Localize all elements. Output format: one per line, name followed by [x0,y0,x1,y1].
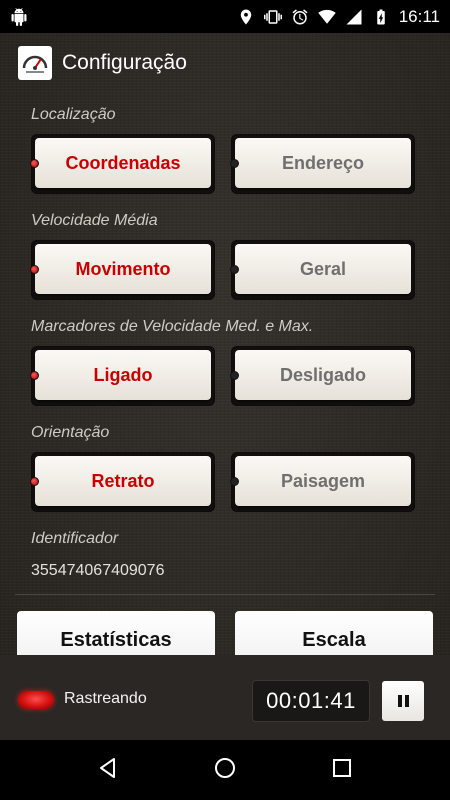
option-paisagem-button[interactable]: Paisagem [235,456,411,506]
battery-icon [372,7,390,27]
tracking-bar: Rastreando 00:01:41 [0,655,450,740]
unselected-led-icon [230,159,239,168]
option-paisagem-frame: Paisagem [230,452,415,512]
unselected-led-icon [230,371,239,380]
section-label-velocidade-media: Velocidade Média [31,212,158,229]
option-movimento-button[interactable]: Movimento [35,244,211,294]
option-movimento-frame: Movimento [30,240,215,300]
speedometer-logo [18,46,52,80]
selected-led-icon [30,371,39,380]
recents-icon[interactable] [329,755,355,786]
selected-led-icon [30,265,39,274]
pause-icon [397,695,402,707]
pause-icon [404,695,409,707]
home-icon[interactable] [212,755,238,786]
option-ligado-frame: Ligado [30,346,215,406]
page-title: Configuração [62,51,187,74]
divider [15,594,435,595]
option-endereco-button[interactable]: Endereço [235,138,411,188]
scale-button[interactable]: Escala [235,611,433,661]
alarm-icon [291,7,309,27]
status-bar: 16:11 [0,0,450,33]
status-time: 16:11 [398,6,440,26]
option-geral-frame: Geral [230,240,415,300]
pause-button[interactable] [382,681,424,721]
settings-screen: Configuração Localização Coordenadas End… [0,33,450,740]
tracking-label: Rastreando [64,690,147,707]
selected-led-icon [30,159,39,168]
android-debug-icon [10,7,28,27]
unselected-led-icon [230,477,239,486]
section-label-orientacao: Orientação [31,424,110,441]
statistics-button[interactable]: Estatísticas [17,611,215,661]
location-icon [237,7,255,27]
identifier-value: 355474067409076 [31,562,165,579]
option-coordenadas-frame: Coordenadas [30,134,215,194]
signal-icon [345,7,363,27]
section-label-marcadores: Marcadores de Velocidade Med. e Max. [31,318,314,335]
option-desligado-frame: Desligado [230,346,415,406]
identifier-label: Identificador [31,530,119,547]
option-retrato-frame: Retrato [30,452,215,512]
option-retrato-button[interactable]: Retrato [35,456,211,506]
section-label-localizacao: Localização [31,106,116,123]
tracking-indicator-icon [18,691,54,709]
back-icon[interactable] [95,755,121,786]
unselected-led-icon [230,265,239,274]
option-ligado-button[interactable]: Ligado [35,350,211,400]
selected-led-icon [30,477,39,486]
navigation-bar [0,740,450,800]
tracking-timer: 00:01:41 [252,680,370,722]
option-endereco-frame: Endereço [230,134,415,194]
app-bar: Configuração [0,33,450,93]
option-coordenadas-button[interactable]: Coordenadas [35,138,211,188]
option-desligado-button[interactable]: Desligado [235,350,411,400]
option-geral-button[interactable]: Geral [235,244,411,294]
wifi-icon [318,7,336,27]
vibrate-icon [263,7,282,27]
